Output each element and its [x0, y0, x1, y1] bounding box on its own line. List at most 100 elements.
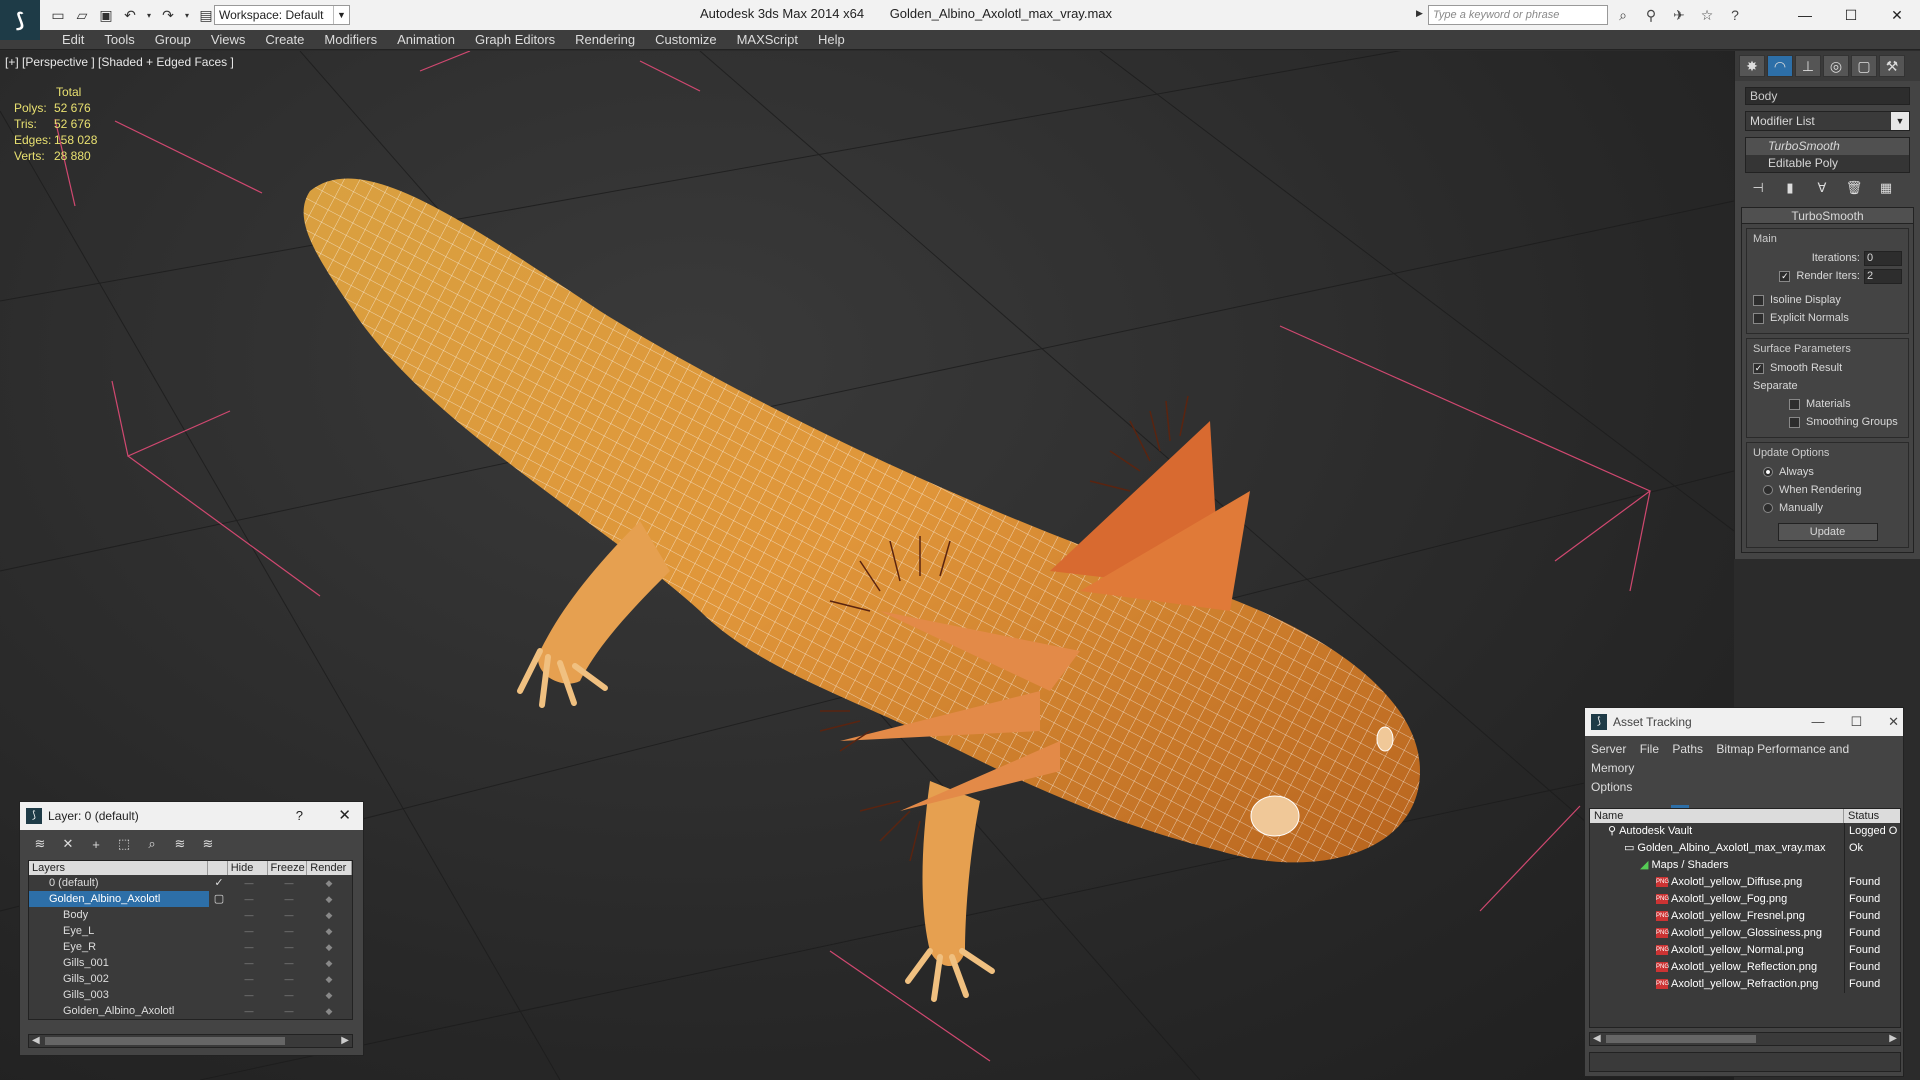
column-hide[interactable]: Hide: [228, 861, 268, 875]
layer-row[interactable]: 0 (default) ✓ — — ◆: [29, 875, 352, 891]
asset-row[interactable]: PNG Axolotl_yellow_Refraction.png Found: [1590, 976, 1900, 993]
menu-server[interactable]: Server: [1591, 742, 1626, 756]
help-icon[interactable]: ?: [1724, 5, 1746, 25]
select-objects-icon[interactable]: ⬚: [114, 836, 134, 852]
close-icon[interactable]: ✕: [338, 802, 351, 830]
explicit-normals-checkbox[interactable]: [1753, 312, 1764, 324]
new-file-icon[interactable]: ▭: [48, 5, 68, 25]
menu-customize[interactable]: Customize: [645, 32, 726, 48]
modify-tab-icon[interactable]: ◠: [1767, 55, 1793, 77]
help-icon[interactable]: ?: [296, 802, 303, 830]
asset-path-field[interactable]: [1589, 1052, 1901, 1072]
hide-toggle[interactable]: —: [229, 875, 269, 891]
hide-toggle[interactable]: —: [229, 907, 269, 923]
asset-tracking-titlebar[interactable]: ⟆ Asset Tracking — ☐ ✕: [1585, 708, 1903, 736]
freeze-toggle[interactable]: —: [269, 1003, 309, 1019]
hide-toggle[interactable]: —: [229, 891, 269, 907]
layer-row[interactable]: Gills_001— — ◆: [29, 955, 352, 971]
column-layers[interactable]: Layers: [29, 861, 208, 875]
create-tab-icon[interactable]: ✸: [1739, 55, 1765, 77]
subscription-icon[interactable]: ⚲: [1640, 5, 1662, 25]
scroll-left-icon[interactable]: ◀: [1593, 1033, 1601, 1045]
hide-all-icon[interactable]: ≋: [170, 836, 190, 852]
close-icon[interactable]: ✕: [1888, 708, 1899, 736]
freeze-toggle[interactable]: —: [269, 891, 309, 907]
freeze-toggle[interactable]: —: [269, 907, 309, 923]
column-render[interactable]: Render: [307, 861, 352, 875]
menu-create[interactable]: Create: [255, 32, 314, 48]
layer-row[interactable]: Eye_R — — ◆: [29, 939, 352, 955]
menu-views[interactable]: Views: [201, 32, 255, 48]
modifier-list-dropdown[interactable]: Modifier List ▼: [1745, 111, 1910, 131]
scroll-thumb[interactable]: [1606, 1035, 1756, 1043]
scroll-right-icon[interactable]: ▶: [341, 1035, 349, 1047]
project-folder-icon[interactable]: ▤: [196, 5, 216, 25]
menu-bitmap-performance[interactable]: Bitmap Performance and Memory: [1591, 742, 1849, 775]
column-name[interactable]: Name: [1590, 809, 1844, 823]
minimize-icon[interactable]: —: [1811, 708, 1824, 736]
render-teapot-icon[interactable]: ◆: [309, 939, 349, 955]
menu-help[interactable]: Help: [808, 32, 855, 48]
undo-icon[interactable]: ↶: [120, 5, 140, 25]
show-end-result-icon[interactable]: ▮: [1781, 179, 1799, 197]
layer-horizontal-scrollbar[interactable]: ◀ ▶: [28, 1034, 353, 1048]
asset-row[interactable]: ▭ Golden_Albino_Axolotl_max_vray.max Ok: [1590, 840, 1900, 857]
active-layer-box-icon[interactable]: ▢: [209, 891, 229, 907]
menu-file[interactable]: File: [1640, 742, 1659, 756]
smoothing-groups-checkbox[interactable]: [1789, 416, 1800, 428]
favorites-star-icon[interactable]: ☆: [1696, 5, 1718, 25]
smooth-result-checkbox[interactable]: ✓: [1753, 362, 1764, 374]
column-status[interactable]: Status: [1844, 809, 1879, 823]
delete-layer-icon[interactable]: ✕: [58, 836, 78, 852]
remove-modifier-icon[interactable]: 🗑: [1845, 179, 1863, 197]
stack-item-turbosmooth[interactable]: TurboSmooth: [1746, 138, 1909, 155]
freeze-toggle[interactable]: —: [269, 939, 309, 955]
layer-window-titlebar[interactable]: ⟆ Layer: 0 (default) ? ✕: [20, 802, 363, 830]
rollout-header[interactable]: TurboSmooth: [1742, 208, 1913, 224]
freeze-toggle[interactable]: —: [269, 875, 309, 891]
materials-checkbox[interactable]: [1789, 398, 1800, 410]
asset-horizontal-scrollbar[interactable]: ◀ ▶: [1589, 1032, 1901, 1046]
communication-icon[interactable]: ✈: [1668, 5, 1690, 25]
object-name-field[interactable]: Body: [1745, 87, 1910, 105]
scroll-right-icon[interactable]: ▶: [1889, 1033, 1897, 1045]
asset-row[interactable]: PNG Axolotl_yellow_Glossiness.png Found: [1590, 925, 1900, 942]
workspace-dropdown[interactable]: Workspace: Default ▼: [214, 5, 350, 25]
hide-toggle[interactable]: —: [229, 955, 269, 971]
undo-dropdown-icon[interactable]: ▾: [144, 5, 154, 25]
configure-sets-icon[interactable]: ▦: [1877, 179, 1895, 197]
hide-toggle[interactable]: —: [229, 1003, 269, 1019]
layer-row[interactable]: Body — — ◆: [29, 907, 352, 923]
stack-item-editable-poly[interactable]: Editable Poly: [1746, 155, 1909, 172]
hide-toggle[interactable]: —: [229, 923, 269, 939]
maximize-icon[interactable]: ☐: [1828, 0, 1874, 30]
isoline-checkbox[interactable]: [1753, 294, 1764, 306]
layer-row[interactable]: Golden_Albino_Axolotl — — ◆: [29, 1003, 352, 1019]
render-teapot-icon[interactable]: ◆: [309, 1003, 349, 1019]
application-menu-button[interactable]: ⟆: [0, 0, 40, 40]
freeze-toggle[interactable]: —: [269, 955, 309, 971]
update-button[interactable]: Update: [1777, 523, 1878, 541]
hide-toggle[interactable]: —: [229, 971, 269, 987]
render-iters-spinner[interactable]: 2: [1864, 268, 1902, 284]
scroll-left-icon[interactable]: ◀: [32, 1035, 40, 1047]
menu-options[interactable]: Options: [1591, 780, 1632, 794]
search-expand-icon[interactable]: ▶: [1416, 8, 1423, 19]
render-teapot-icon[interactable]: ◆: [309, 987, 349, 1003]
render-teapot-icon[interactable]: ◆: [309, 875, 349, 891]
menu-animation[interactable]: Animation: [387, 32, 465, 48]
asset-row[interactable]: ⚲ Autodesk Vault Logged O: [1590, 823, 1900, 840]
redo-icon[interactable]: ↷: [158, 5, 178, 25]
make-unique-icon[interactable]: ∀: [1813, 179, 1831, 197]
menu-rendering[interactable]: Rendering: [565, 32, 645, 48]
pin-stack-icon[interactable]: ⊣: [1749, 179, 1767, 197]
asset-row[interactable]: PNG Axolotl_yellow_Fresnel.png Found: [1590, 908, 1900, 925]
render-teapot-icon[interactable]: ◆: [309, 891, 349, 907]
column-freeze[interactable]: Freeze: [268, 861, 308, 875]
hide-toggle[interactable]: —: [229, 987, 269, 1003]
redo-dropdown-icon[interactable]: ▾: [182, 5, 192, 25]
hierarchy-tab-icon[interactable]: ⊥: [1795, 55, 1821, 77]
utilities-tab-icon[interactable]: ⚒: [1879, 55, 1905, 77]
always-radio[interactable]: [1763, 467, 1773, 477]
freeze-toggle[interactable]: —: [269, 923, 309, 939]
